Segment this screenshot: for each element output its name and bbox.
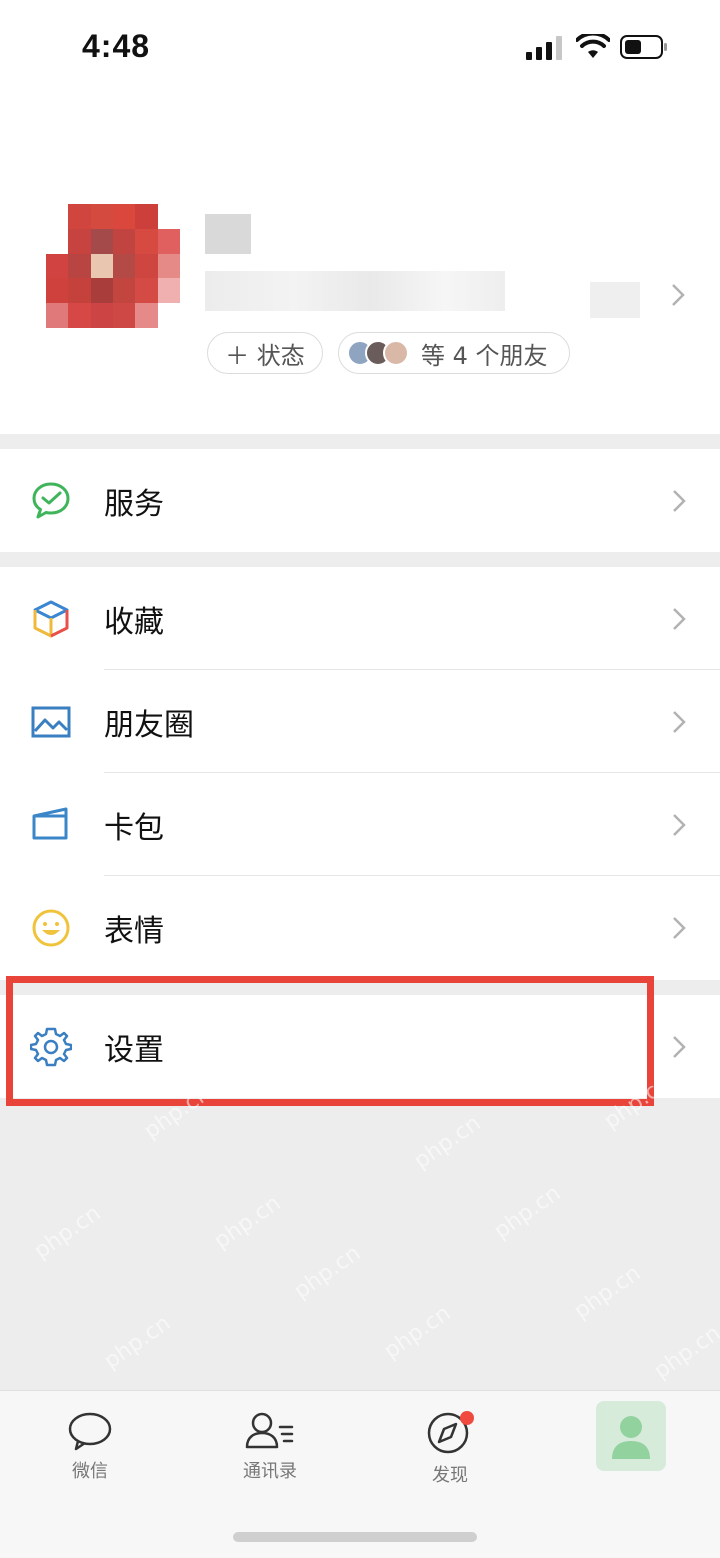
moments-photo-icon [31, 706, 71, 737]
menu-item-stickers[interactable]: 表情 [0, 876, 720, 979]
menu-item-label: 卡包 [104, 810, 164, 846]
favorites-cube-icon [33, 600, 69, 637]
tab-label: 发现 [432, 1465, 468, 1486]
add-status-button[interactable]: ＋ 状态 [207, 332, 323, 374]
menu-item-services[interactable]: 服务 [0, 449, 720, 552]
profile-name-blurred [205, 214, 251, 254]
chevron-right-icon [673, 710, 686, 733]
menu-item-label: 表情 [104, 913, 164, 949]
status-bar: 4:48 [0, 0, 720, 96]
watermark: php.cn [649, 1320, 720, 1385]
wifi-icon [576, 34, 610, 58]
watermark: php.cn [99, 1310, 176, 1375]
watermark: php.cn [289, 1240, 366, 1305]
menu-item-moments[interactable]: 朋友圈 [0, 670, 720, 773]
watermark: php.cn [379, 1300, 456, 1365]
home-indicator [233, 1532, 477, 1542]
avatar[interactable] [46, 204, 180, 328]
tab-chats[interactable]: 微信 [30, 1411, 150, 1483]
features-group: 收藏 朋友圈 卡包 表情 [0, 567, 720, 980]
tab-label: 通讯录 [243, 1461, 297, 1482]
chevron-right-icon [672, 284, 685, 306]
tab-discover[interactable]: 发现 [390, 1411, 510, 1487]
contacts-icon [245, 1412, 294, 1449]
wechat-id-blurred [205, 271, 505, 311]
cellular-signal-icon [526, 36, 562, 60]
chevron-right-icon [673, 1035, 686, 1058]
menu-item-favorites[interactable]: 收藏 [0, 567, 720, 670]
menu-item-label: 朋友圈 [104, 707, 194, 743]
menu-item-label: 服务 [104, 486, 164, 522]
person-icon [612, 1416, 650, 1459]
profile-header[interactable]: ＋ 状态 等 4 个朋友 [0, 96, 720, 434]
compass-icon [427, 1411, 474, 1454]
watermark: php.cn [209, 1190, 286, 1255]
status-time: 4:48 [82, 28, 151, 64]
chevron-right-icon [673, 489, 686, 512]
friends-status-text: 等 4 个朋友 [421, 341, 548, 370]
smiley-face-icon [32, 909, 70, 946]
watermark: php.cn [489, 1180, 566, 1245]
chat-bubble-icon [68, 1412, 112, 1451]
chevron-right-icon [673, 813, 686, 836]
tab-me[interactable] [596, 1401, 666, 1471]
watermark: php.cn [29, 1200, 106, 1265]
services-icon [32, 482, 70, 518]
settings-highlight-box [6, 976, 654, 1106]
watermark: php.cn [409, 1110, 486, 1175]
friends-status-button[interactable]: 等 4 个朋友 [338, 332, 570, 374]
tab-contacts[interactable]: 通讯录 [210, 1411, 330, 1483]
friend-avatar [383, 340, 409, 366]
menu-item-cards[interactable]: 卡包 [0, 773, 720, 876]
chevron-right-icon [673, 916, 686, 939]
watermark: php.cn [569, 1260, 646, 1325]
qr-code-icon[interactable] [590, 282, 640, 318]
chevron-right-icon [673, 607, 686, 630]
services-group: 服务 [0, 449, 720, 552]
menu-item-label: 收藏 [104, 604, 164, 640]
battery-icon [620, 35, 667, 59]
wallet-card-icon [32, 807, 68, 839]
tab-label: 微信 [72, 1461, 108, 1482]
